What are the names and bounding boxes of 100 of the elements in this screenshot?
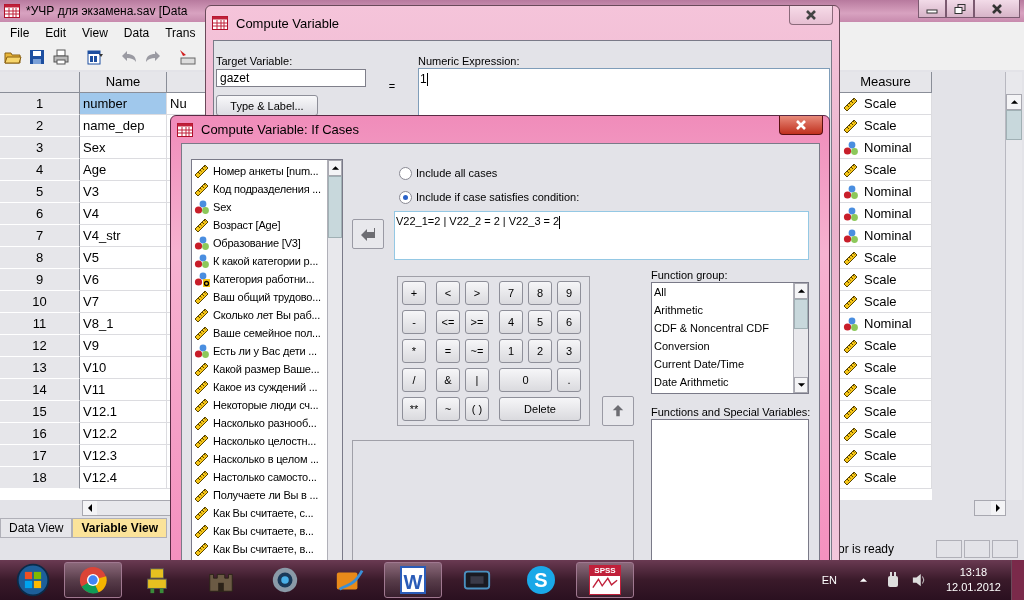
- variable-item[interactable]: Насколько целостн...: [192, 432, 327, 450]
- restore-button[interactable]: [946, 0, 974, 18]
- up-arrow-icon[interactable]: [796, 288, 806, 294]
- print-icon[interactable]: [52, 49, 70, 65]
- keypad-key[interactable]: &: [436, 368, 460, 392]
- speaker-icon[interactable]: [911, 572, 926, 588]
- up-arrow-icon[interactable]: [330, 165, 340, 171]
- keypad-key[interactable]: <: [436, 281, 460, 305]
- variable-item[interactable]: Ваш общий трудово...: [192, 288, 327, 306]
- row-number[interactable]: 16: [0, 423, 80, 445]
- keypad-key[interactable]: 1: [499, 339, 523, 363]
- right-arrow-icon[interactable]: [995, 503, 1001, 513]
- keypad-key[interactable]: 7: [499, 281, 523, 305]
- table-cell[interactable]: V11: [80, 379, 167, 401]
- keypad-key[interactable]: ~: [436, 397, 460, 421]
- keypad-key[interactable]: |: [465, 368, 489, 392]
- table-cell[interactable]: V12.4: [80, 467, 167, 489]
- table-cell[interactable]: V10: [80, 357, 167, 379]
- save-icon[interactable]: [28, 49, 46, 65]
- keypad-key[interactable]: >=: [465, 310, 489, 334]
- menu-item[interactable]: Trans: [157, 26, 204, 40]
- scroll-thumb[interactable]: [794, 299, 808, 329]
- column-header[interactable]: Measure: [840, 72, 932, 93]
- close-button[interactable]: [779, 116, 823, 135]
- delete-button[interactable]: Delete: [499, 397, 581, 421]
- variable-item[interactable]: Есть ли у Вас дети ...: [192, 342, 327, 360]
- variable-item[interactable]: Насколько разнооб...: [192, 414, 327, 432]
- list-item[interactable]: All: [652, 283, 793, 301]
- keypad-key[interactable]: 4: [499, 310, 523, 334]
- row-number[interactable]: 4: [0, 159, 80, 181]
- folder-icon[interactable]: [4, 49, 22, 65]
- variable-item[interactable]: Образование [V3]: [192, 234, 327, 252]
- keypad-key[interactable]: +: [402, 281, 426, 305]
- row-number[interactable]: 10: [0, 291, 80, 313]
- variable-item[interactable]: Какое из суждений ...: [192, 378, 327, 396]
- row-number[interactable]: 2: [0, 115, 80, 137]
- variable-item[interactable]: Номер анкеты [num...: [192, 162, 327, 180]
- view-tab[interactable]: Data View: [0, 518, 73, 538]
- variable-item[interactable]: К какой категории р...: [192, 252, 327, 270]
- row-number[interactable]: 3: [0, 137, 80, 159]
- row-number[interactable]: 5: [0, 181, 80, 203]
- table-cell[interactable]: V3: [80, 181, 167, 203]
- menu-item[interactable]: Data: [115, 26, 158, 40]
- table-cell[interactable]: V9: [80, 335, 167, 357]
- variable-item[interactable]: Возраст [Age]: [192, 216, 327, 234]
- table-cell[interactable]: V5: [80, 247, 167, 269]
- variable-item[interactable]: Сколько лет Вы раб...: [192, 306, 327, 324]
- table-cell[interactable]: V8_1: [80, 313, 167, 335]
- keypad-key[interactable]: -: [402, 310, 426, 334]
- move-button[interactable]: [352, 219, 384, 249]
- row-number[interactable]: 13: [0, 357, 80, 379]
- list-item[interactable]: Date Arithmetic: [652, 373, 793, 391]
- row-number[interactable]: 8: [0, 247, 80, 269]
- row-number[interactable]: 7: [0, 225, 80, 247]
- keypad-key[interactable]: /: [402, 368, 426, 392]
- menu-item[interactable]: View: [74, 26, 116, 40]
- keypad-key[interactable]: ~=: [465, 339, 489, 363]
- dialog-icon[interactable]: [86, 49, 104, 65]
- insert-button[interactable]: [602, 396, 634, 426]
- table-cell[interactable]: V7: [80, 291, 167, 313]
- table-cell[interactable]: V4_str: [80, 225, 167, 247]
- caret-icon[interactable]: [858, 577, 868, 583]
- scrollbar[interactable]: [974, 500, 1006, 516]
- keypad-key[interactable]: 5: [528, 310, 552, 334]
- close-button[interactable]: [789, 6, 833, 25]
- table-cell[interactable]: Sex: [80, 137, 167, 159]
- type-label-button[interactable]: Type & Label...: [216, 95, 318, 116]
- variable-item[interactable]: Sex: [192, 198, 327, 216]
- plug-icon[interactable]: [885, 572, 900, 588]
- menu-item[interactable]: Edit: [37, 26, 75, 40]
- variable-item[interactable]: Как Вы считаете, с...: [192, 504, 327, 522]
- table-cell[interactable]: V12.2: [80, 423, 167, 445]
- taskbar-button[interactable]: SPSS: [576, 562, 634, 598]
- keypad-key[interactable]: 6: [557, 310, 581, 334]
- variable-item[interactable]: Настолько самосто...: [192, 468, 327, 486]
- keypad-key[interactable]: 3: [557, 339, 581, 363]
- variable-item[interactable]: Получаете ли Вы в ...: [192, 486, 327, 504]
- menu-item[interactable]: File: [2, 26, 38, 40]
- variable-item[interactable]: Категория работни...: [192, 270, 327, 288]
- list-item[interactable]: Conversion: [652, 337, 793, 355]
- list-item[interactable]: Current Date/Time: [652, 355, 793, 373]
- row-number[interactable]: 11: [0, 313, 80, 335]
- table-cell[interactable]: V4: [80, 203, 167, 225]
- table-cell[interactable]: V12.3: [80, 445, 167, 467]
- keypad-key[interactable]: <=: [436, 310, 460, 334]
- list-item[interactable]: CDF & Noncentral CDF: [652, 319, 793, 337]
- keypad-key[interactable]: 8: [528, 281, 552, 305]
- condition-field[interactable]: V22_1=2 | V22_2 = 2 | V22_3 = 2: [394, 211, 809, 260]
- input-field[interactable]: gazet: [216, 69, 366, 87]
- close-button[interactable]: [974, 0, 1020, 18]
- scrollbar[interactable]: [1005, 72, 1022, 500]
- minimize-button[interactable]: [918, 0, 946, 18]
- radio-option[interactable]: Include if case satisfies condition:: [399, 187, 809, 207]
- goto-icon[interactable]: [178, 49, 196, 65]
- row-number[interactable]: 9: [0, 269, 80, 291]
- table-cell[interactable]: Age: [80, 159, 167, 181]
- variable-item[interactable]: Некоторые люди сч...: [192, 396, 327, 414]
- down-arrow-icon[interactable]: [796, 382, 806, 388]
- keypad-key[interactable]: **: [402, 397, 426, 421]
- column-header[interactable]: Name: [80, 72, 167, 93]
